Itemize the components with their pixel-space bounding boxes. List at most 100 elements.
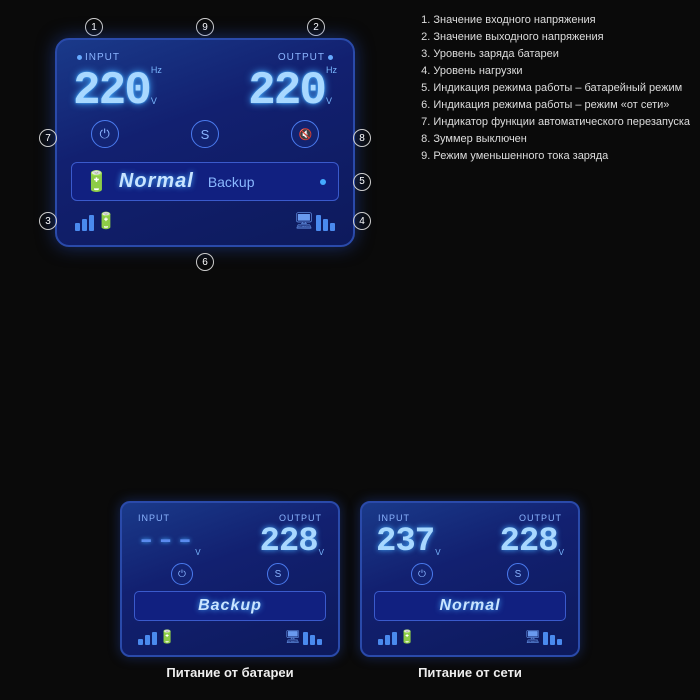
mini-right-wave-3 [392, 632, 397, 645]
grid-mode-caption: Питание от сети [418, 665, 522, 680]
monitor-indicator-group: 🖥 [294, 211, 335, 231]
battery-mode-caption: Питание от батареи [166, 665, 293, 680]
input-v: V [151, 97, 162, 106]
mini-left-wave-r [303, 632, 322, 645]
status-banner-wrapper: 🔋 Normal Backup 5 [71, 162, 339, 201]
battery-mode-panel: INPUT OUTPUT --- V 228 V ⏻ S Backup [120, 501, 340, 657]
mini-right-monitor-group: 🖥 [524, 629, 562, 645]
wave-bar-6 [330, 223, 335, 231]
callout-6: 6 [196, 253, 214, 271]
icon-row: ⏻ S 🔇 [71, 120, 339, 148]
mini-left-bottom: 🔋 🖥 [134, 629, 326, 645]
mini-right-status-banner: Normal [374, 591, 566, 621]
mini-wave-2 [145, 635, 150, 645]
mini-wave-r1 [303, 632, 308, 645]
callout-3: 3 [39, 212, 57, 230]
mini-right-bottom: 🔋 🖥 [374, 629, 566, 645]
legend-item-1: 1. Значение входного напряжения [421, 12, 690, 29]
mini-right-monitor-icon: 🖥 [524, 629, 541, 645]
mini-right-auto-icon[interactable]: ⏻ [411, 563, 433, 585]
mini-right-icons: ⏻ S [374, 563, 566, 585]
mini-right-digits: 237 V 228 V [374, 525, 566, 559]
mini-right-wave [378, 632, 397, 645]
mini-right-output-group: 228 V [499, 525, 564, 559]
mini-right-input-voltage: 237 [376, 525, 434, 559]
callout-1: 1 [85, 18, 103, 36]
status-normal-text: Normal [119, 170, 194, 193]
bottom-indicators: 🔋 🖥 [71, 211, 339, 231]
mini-left-s-icon[interactable]: S [267, 563, 289, 585]
mini-right-s-icon[interactable]: S [507, 563, 529, 585]
legend-item-5: 5. Индикация режима работы – батарейный … [421, 80, 690, 97]
legend-item-2: 2. Значение выходного напряжения [421, 29, 690, 46]
mini-left-output-voltage: 228 [259, 525, 317, 559]
battery-icon-big: 🔋 [84, 169, 109, 194]
voltage-labels: INPUT OUTPUT [71, 52, 339, 63]
callout-5: 5 [353, 173, 371, 191]
mini-right-output-voltage: 228 [499, 525, 557, 559]
mini-right-wave-r3 [557, 639, 562, 645]
mini-wave-r2 [310, 635, 315, 645]
digits-row: 220 Hz V 220 Hz V [71, 65, 339, 114]
grid-mode-panel-wrap: INPUT OUTPUT 237 V 228 V ⏻ S Normal [360, 501, 580, 680]
wave-bar-1 [75, 223, 80, 231]
mini-left-output-v: V [319, 548, 324, 557]
legend-item-3: 3. Уровень заряда батареи [421, 46, 690, 63]
bottom-indicators-wrapper: 3 🔋 🖥 [71, 211, 339, 231]
mini-left-monitor-group: 🖥 [284, 629, 322, 645]
s-icon[interactable]: S [191, 120, 219, 148]
mini-left-input-v: V [195, 548, 200, 557]
input-hz: Hz [151, 65, 162, 75]
mini-right-wave-r2 [550, 635, 555, 645]
output-label: OUTPUT [278, 52, 325, 63]
output-digit-group: 220 Hz V [248, 65, 337, 114]
legend-item-8: 8. Зуммер выключен [421, 131, 690, 148]
output-voltage: 220 [248, 68, 325, 114]
mini-left-wave [138, 632, 157, 645]
mini-wave-r3 [317, 639, 322, 645]
mini-right-output-v: V [559, 548, 564, 557]
legend-item-6: 6. Индикация режима работы – режим «от с… [421, 97, 690, 114]
input-label: INPUT [85, 52, 120, 63]
mini-left-output-group: 228 V [259, 525, 324, 559]
monitor-wave-bars [316, 215, 335, 231]
mini-left-icons: ⏻ S [134, 563, 326, 585]
output-dot [328, 55, 333, 60]
mini-left-auto-icon[interactable]: ⏻ [171, 563, 193, 585]
backup-dot [320, 179, 326, 185]
battery-indicator-group: 🔋 [75, 211, 116, 231]
mini-left-labels: INPUT OUTPUT [134, 513, 326, 523]
mini-right-wave-r [543, 632, 562, 645]
auto-icon[interactable]: ⏻ [91, 120, 119, 148]
main-display-wrapper: 1 9 2 INPUT OUTPUT 220 Hz V [55, 18, 355, 253]
mini-wave-1 [138, 639, 143, 645]
input-digit-group: 220 Hz V [73, 65, 162, 114]
wave-bar-3 [89, 215, 94, 231]
mini-left-input-voltage: --- [136, 525, 194, 559]
battery-wave-bars [75, 215, 94, 231]
legend-item-7: 7. Индикатор функции автоматического пер… [421, 114, 690, 131]
mini-right-output-label: OUTPUT [519, 513, 562, 523]
mini-right-status-text: Normal [439, 597, 500, 615]
mini-right-wave-2 [385, 635, 390, 645]
wave-bar-5 [323, 219, 328, 231]
mini-left-output-label: OUTPUT [279, 513, 322, 523]
input-voltage: 220 [73, 68, 150, 114]
mini-wave-3 [152, 632, 157, 645]
main-display-panel: INPUT OUTPUT 220 Hz V 220 Hz V [55, 38, 355, 247]
status-backup-text: Backup [208, 174, 255, 190]
legend-item-4: 4. Уровень нагрузки [421, 63, 690, 80]
callout-8-outer: 8 [353, 129, 371, 147]
mute-icon[interactable]: 🔇 [291, 120, 319, 148]
mini-left-input-group: --- V [136, 525, 201, 559]
mini-right-labels: INPUT OUTPUT [374, 513, 566, 523]
mini-right-wave-r1 [543, 632, 548, 645]
wave-bar-2 [82, 219, 87, 231]
mini-left-battery-icon: 🔋 [159, 629, 175, 645]
status-banner: 🔋 Normal Backup [71, 162, 339, 201]
mini-left-monitor-icon: 🖥 [284, 629, 301, 645]
battery-sm-icon: 🔋 [96, 211, 116, 231]
mini-left-input-label: INPUT [138, 513, 170, 523]
mini-left-digits: --- V 228 V [134, 525, 326, 559]
mini-right-wave-1 [378, 639, 383, 645]
